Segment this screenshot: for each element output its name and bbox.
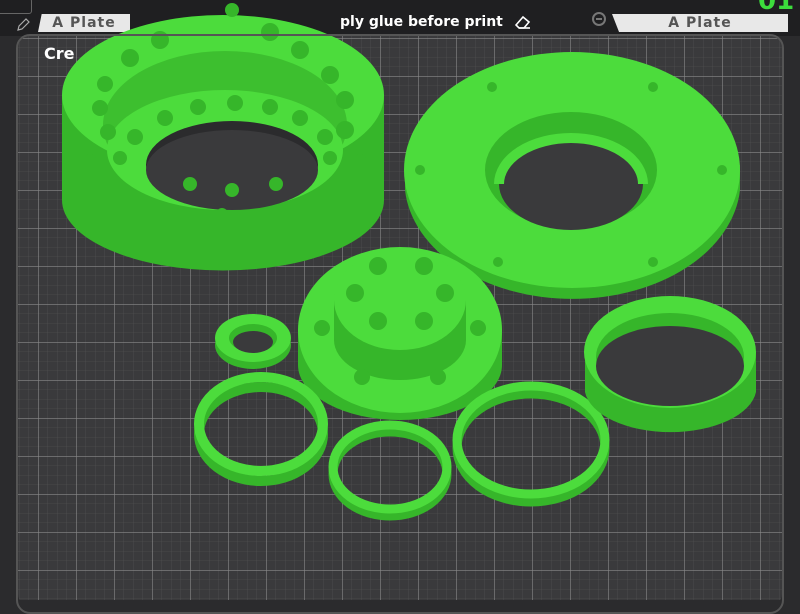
plate-title: Cre	[44, 44, 75, 63]
viewport-frame	[16, 34, 784, 614]
